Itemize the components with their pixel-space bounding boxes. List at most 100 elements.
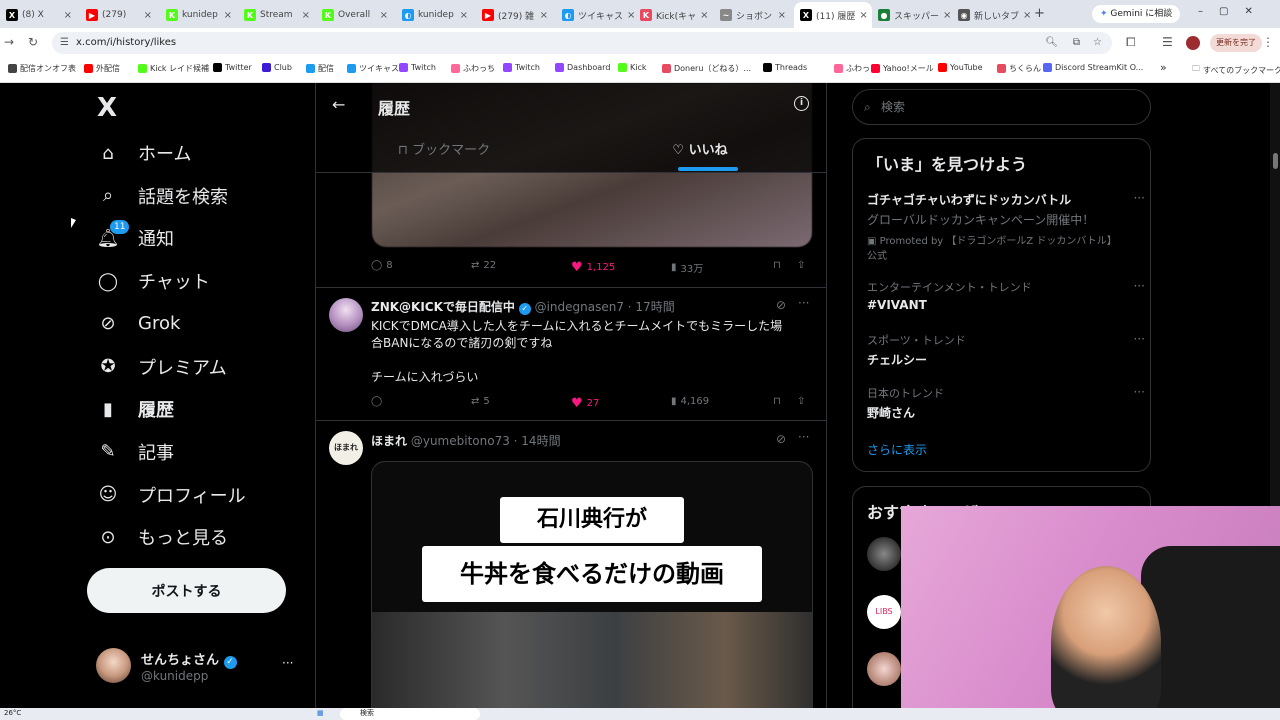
close-tab-icon[interactable]: × <box>627 10 634 21</box>
close-tab-icon[interactable]: × <box>943 10 950 21</box>
site-info-icon[interactable]: ☰ <box>60 32 69 54</box>
browser-tab[interactable]: ◐ ツイキャス × <box>556 4 634 26</box>
sidebar-item-premium[interactable]: ✪ プレミアム <box>96 347 226 387</box>
sidebar-item-chat[interactable]: ◯ チャット <box>96 261 210 301</box>
update-button[interactable]: 更新を完了 <box>1210 34 1262 52</box>
tab-bookmarks[interactable]: ⊓ ブックマーク <box>316 131 572 171</box>
bookmark-item[interactable]: Twitch <box>503 63 540 72</box>
back-arrow-icon[interactable]: ← <box>332 95 345 114</box>
tweet-video[interactable]: 石川典行が 牛丼を食べるだけの動画 <box>371 461 813 708</box>
more-icon[interactable]: ··· <box>1134 332 1145 346</box>
bookmark-item[interactable]: Threads <box>763 63 807 72</box>
like-button[interactable]: ♥ 27 <box>571 396 599 411</box>
share-icon[interactable]: ⇪ <box>797 260 805 271</box>
tab-likes[interactable]: ♡ いいね <box>572 131 826 171</box>
sidebar-item-more[interactable]: ⊙ もっと見る <box>96 517 228 557</box>
extensions-icon[interactable]: ⧠ <box>1126 35 1136 50</box>
close-tab-icon[interactable]: × <box>540 10 548 21</box>
bookmarks-more[interactable]: » <box>1160 61 1167 74</box>
bookmark-item[interactable]: Kick <box>618 63 647 72</box>
trend-item[interactable]: スポーツ・トレンド チェルシー ··· <box>867 332 1145 368</box>
bookmark-item[interactable]: Yahoo!メール <box>871 63 934 74</box>
sidebar-item-search[interactable]: ⌕ 話題を検索 <box>96 176 228 216</box>
views-button[interactable]: ▮ 33万 <box>671 260 703 275</box>
trend-item[interactable]: ゴチャゴチャいわずにドッカンバトル グローバルドッカンキャンペーン開催中！ ▣ … <box>867 191 1145 262</box>
tab-search-icon[interactable]: ☰ <box>1162 35 1173 49</box>
close-tab-icon[interactable]: × <box>302 10 310 21</box>
share-icon[interactable]: ⇪ <box>797 396 805 407</box>
bookmark-item[interactable]: Discord StreamKit O... <box>1043 63 1143 72</box>
close-tab-icon[interactable]: × <box>700 10 708 21</box>
account-more-icon[interactable]: ··· <box>282 656 293 670</box>
browser-tab[interactable]: Kkunidep × <box>160 4 238 26</box>
browser-tab[interactable]: K Stream × <box>238 4 316 26</box>
retweet-button[interactable]: ⇄ 22 <box>471 260 496 271</box>
star-icon[interactable]: ☆ <box>1093 32 1102 54</box>
avatar[interactable]: LIBS <box>867 595 901 629</box>
close-tab-icon[interactable]: × <box>224 10 232 21</box>
browser-tab[interactable]: X (8) X × <box>0 4 78 26</box>
gemini-button[interactable]: ✦ Gemini に相談 <box>1092 5 1181 23</box>
browser-tab[interactable]: ● スキッパー × <box>872 4 950 26</box>
sidebar-item-bookmark[interactable]: ▮ 履歴 <box>96 389 174 429</box>
avatar[interactable] <box>329 298 363 332</box>
reload-icon[interactable]: ↻ <box>28 35 38 49</box>
close-tab-icon[interactable]: × <box>144 10 152 21</box>
browser-tab[interactable]: X (11) 履歴 × <box>794 2 872 28</box>
browser-tab[interactable]: ◐ kunidep × <box>396 4 474 26</box>
windows-icon[interactable]: ▦ <box>317 709 324 717</box>
sidebar-item-grok[interactable]: ⊘ Grok <box>96 304 180 344</box>
browser-tab[interactable]: K Kick(キャ × <box>634 4 712 26</box>
close-tab-icon[interactable]: × <box>460 10 468 21</box>
url-input[interactable]: ☰ x.com/i/history/likes 🔍︎ ⧉ ☆ <box>52 32 1112 54</box>
more-icon[interactable]: ··· <box>1134 279 1145 293</box>
browser-tab[interactable]: ◉ 新しいタブ × <box>952 4 1030 26</box>
bookmark-item[interactable]: Club <box>262 63 292 72</box>
sidebar-item-person[interactable]: ☺ プロフィール <box>96 475 246 515</box>
bookmark-item[interactable]: 配信オンオフ表 <box>8 63 76 74</box>
bookmark-item[interactable]: Twitch <box>399 63 436 72</box>
reply-button[interactable]: ◯ 8 <box>371 260 393 271</box>
close-tab-icon[interactable]: × <box>859 10 867 21</box>
bookmark-item[interactable]: 外配信 <box>84 63 120 74</box>
retweet-button[interactable]: ⇄ 5 <box>471 396 490 407</box>
browser-tab[interactable]: ~ ショボン × <box>714 4 792 26</box>
menu-icon[interactable]: ⋮ <box>1262 35 1274 49</box>
avatar[interactable] <box>867 652 901 686</box>
like-button[interactable]: ♥ 1,125 <box>571 260 615 275</box>
browser-tab[interactable]: ▶ (279) × <box>80 4 158 26</box>
bookmark-item[interactable]: ちくらん <box>997 63 1041 74</box>
close-tab-icon[interactable]: × <box>1023 10 1030 21</box>
more-icon[interactable]: ··· <box>798 296 809 310</box>
browser-tab[interactable]: ▶ (279) 雑 × <box>476 4 554 26</box>
bookmark-item[interactable]: Dashboard <box>555 63 610 72</box>
install-icon[interactable]: ⧉ <box>1073 32 1080 54</box>
all-bookmarks[interactable]: 🗀 すべてのブックマーク <box>1192 63 1280 77</box>
bookmark-item[interactable]: Doneru（どねる）... <box>662 63 751 74</box>
browser-tab[interactable]: K Overall × <box>316 4 394 26</box>
close-tab-icon[interactable]: × <box>778 10 786 21</box>
bookmark-icon[interactable]: ⊓ <box>773 396 781 407</box>
profile-avatar[interactable] <box>1186 36 1200 50</box>
bookmark-icon[interactable]: ⊓ <box>773 260 781 271</box>
bookmark-item[interactable]: 配信 <box>306 63 334 74</box>
x-logo[interactable]: X <box>97 93 117 123</box>
zoom-icon[interactable]: 🔍︎ <box>1045 32 1058 54</box>
more-icon[interactable]: ··· <box>1134 191 1145 205</box>
taskbar-search[interactable]: 検索 <box>340 708 480 720</box>
avatar[interactable] <box>867 537 901 571</box>
bookmark-item[interactable]: ふわっち <box>451 63 495 74</box>
sidebar-item-article[interactable]: ✎ 記事 <box>96 432 174 472</box>
more-icon[interactable]: ··· <box>1134 385 1145 399</box>
grok-icon[interactable]: ⊘ <box>776 432 786 446</box>
tweet[interactable]: ZNK@KICKで毎日配信中 ✓ @indegnasen7 · 17時間 ⊘ ·… <box>316 288 826 421</box>
grok-icon[interactable]: ⊘ <box>776 298 786 312</box>
bookmark-item[interactable]: YouTube <box>938 63 983 72</box>
tweet-author[interactable]: ZNK@KICKで毎日配信中 <box>371 300 515 314</box>
search-input[interactable]: ⌕ 検索 <box>852 89 1151 125</box>
scrollbar-thumb[interactable] <box>1273 153 1278 169</box>
account-switcher[interactable]: せんちょさん ✓ @kunidepp ··· <box>96 648 302 688</box>
avatar[interactable]: ほまれ <box>329 431 363 465</box>
views-button[interactable]: ▮ 4,169 <box>671 396 709 407</box>
tweet[interactable]: ほまれ ほまれ @yumebitono73 · 14時間 ⊘ ··· 石川典行が… <box>316 421 826 708</box>
